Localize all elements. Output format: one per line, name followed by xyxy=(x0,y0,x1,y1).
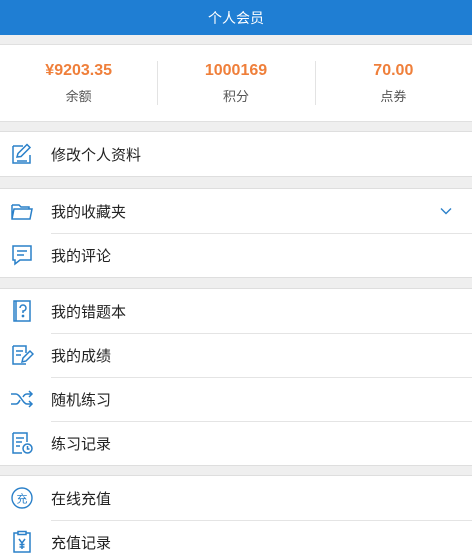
balance-label: 余额 xyxy=(65,89,92,105)
menu-label: 我的收藏夹 xyxy=(51,202,127,221)
menu-item-edit-profile[interactable]: 修改个人资料 xyxy=(0,132,472,176)
menu-label: 练习记录 xyxy=(51,434,112,453)
recharge-icon: 充 xyxy=(11,487,33,509)
coupons-label: 点券 xyxy=(380,89,407,105)
balance-value: ¥9203.35 xyxy=(45,61,113,79)
menu-label: 随机练习 xyxy=(51,390,112,409)
edit-icon xyxy=(12,143,32,164)
coupons-value: 70.00 xyxy=(373,61,414,79)
score-edit-icon xyxy=(12,345,34,365)
menu-item-recharge-records[interactable]: 充值记录 xyxy=(0,520,472,560)
points-label: 积分 xyxy=(222,89,249,105)
page-title: 个人会员 xyxy=(208,10,264,27)
menu-group-collections: 我的收藏夹 我的评论 xyxy=(0,188,472,278)
comment-icon xyxy=(12,245,32,266)
clipboard-yen-icon xyxy=(13,530,31,553)
menu-item-comments[interactable]: 我的评论 xyxy=(0,233,472,277)
menu-label: 我的成绩 xyxy=(51,346,112,365)
svg-text:充: 充 xyxy=(17,492,28,506)
menu-label: 修改个人资料 xyxy=(51,145,142,164)
question-book-icon xyxy=(13,300,31,322)
menu-group-practice: 我的错题本 我的成绩 随机练习 练习记录 xyxy=(0,288,472,466)
record-clock-icon xyxy=(12,432,33,454)
page-header: 个人会员 xyxy=(0,0,472,35)
account-stats: ¥9203.35 余额 1000169 积分 70.00 点券 xyxy=(0,44,472,122)
stat-balance[interactable]: ¥9203.35 余额 xyxy=(0,45,157,121)
stat-points[interactable]: 1000169 积分 xyxy=(157,45,314,121)
folder-icon xyxy=(11,204,33,220)
shuffle-icon xyxy=(11,390,34,408)
chevron-down-icon[interactable] xyxy=(440,205,452,217)
menu-group-profile: 修改个人资料 xyxy=(0,131,472,177)
menu-item-practice-records[interactable]: 练习记录 xyxy=(0,421,472,465)
menu-label: 在线充值 xyxy=(51,489,112,508)
menu-group-recharge: 充 在线充值 充值记录 xyxy=(0,475,472,560)
menu-item-online-recharge[interactable]: 充 在线充值 xyxy=(0,476,472,520)
menu-label: 充值记录 xyxy=(51,533,112,552)
menu-label: 我的错题本 xyxy=(51,302,127,321)
stat-coupons[interactable]: 70.00 点券 xyxy=(314,45,472,121)
menu-item-random-practice[interactable]: 随机练习 xyxy=(0,377,472,421)
points-value: 1000169 xyxy=(204,61,268,79)
menu-item-scores[interactable]: 我的成绩 xyxy=(0,333,472,377)
menu-item-wrong-questions[interactable]: 我的错题本 xyxy=(0,289,472,333)
menu-label: 我的评论 xyxy=(51,246,112,265)
menu-item-favorites[interactable]: 我的收藏夹 xyxy=(0,189,472,233)
